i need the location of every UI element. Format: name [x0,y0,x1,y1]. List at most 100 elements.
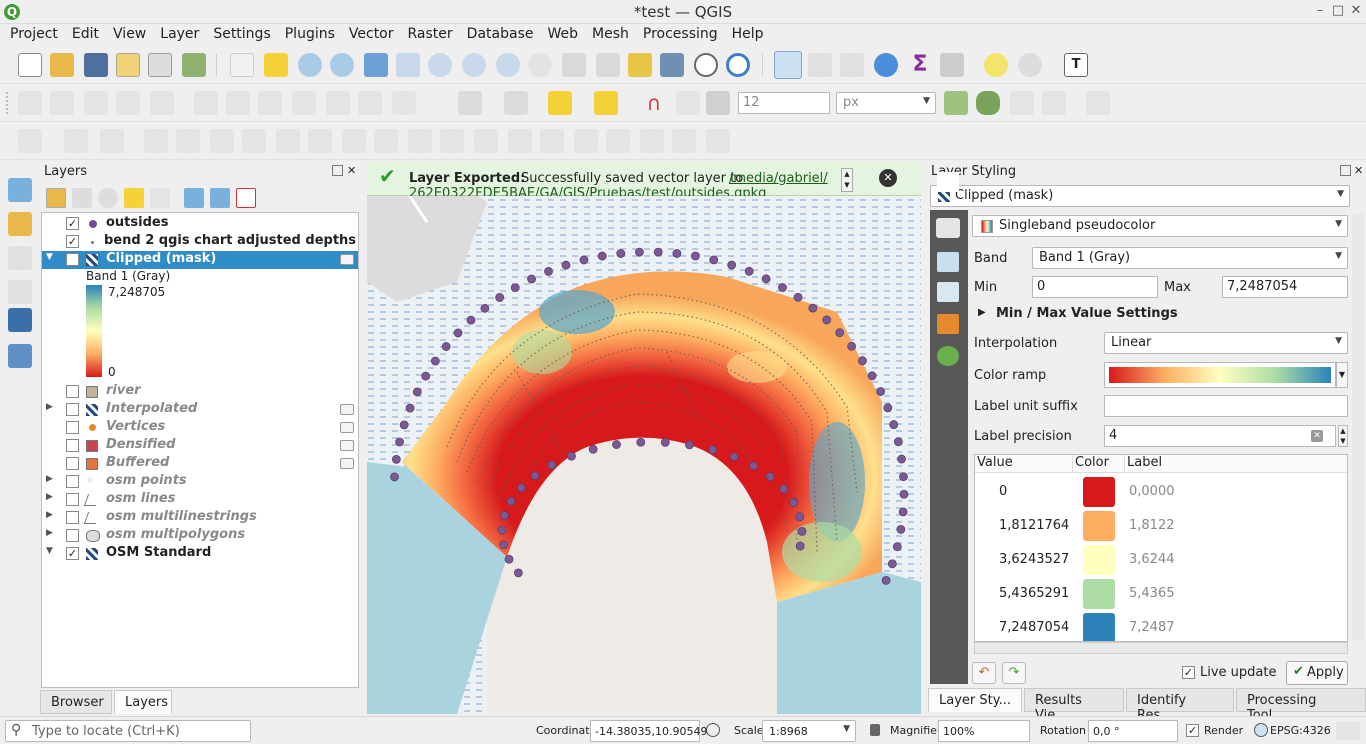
messages-icon[interactable] [1336,722,1360,740]
entry-color-swatch[interactable] [1083,545,1115,575]
styling-layer-select[interactable]: Clipped (mask) ▼ [930,185,1350,207]
new-3d-map-icon[interactable] [596,53,620,77]
zoom-native-icon[interactable] [462,53,486,77]
tab-browser[interactable]: Browser [40,690,112,714]
undo-style-button[interactable]: ↶ [972,662,996,684]
expand-arrow-icon[interactable]: ▼ [46,546,53,556]
zoom-last-icon[interactable] [496,53,520,77]
style-manager-icon[interactable] [182,53,206,77]
split-parts-icon[interactable] [540,129,564,153]
layer-row-bend-depths[interactable]: ✓ bend 2 qgis chart adjusted depths [42,233,358,251]
close-panel-icon[interactable]: ✕ [1354,164,1363,177]
layer-checkbox[interactable] [66,475,79,488]
column-header-label[interactable]: Label [1125,455,1347,473]
add-part-icon[interactable] [242,129,266,153]
layer-checkbox[interactable] [66,457,79,470]
temporal-controller-icon[interactable] [694,53,718,77]
data-source-manager-icon[interactable] [8,178,32,202]
layer-row-densified[interactable]: Densified [42,437,358,455]
render-checkbox[interactable]: ✓ [1186,724,1199,737]
redo-icon[interactable] [392,91,416,115]
layer-checkbox[interactable] [66,403,79,416]
snap-unit-select[interactable]: px ▼ [836,92,936,114]
layer-row-osm-standard[interactable]: ▼ ✓ OSM Standard [42,545,358,563]
new-virtual-layer-icon[interactable] [8,344,32,368]
entry-color-swatch[interactable] [1083,613,1115,641]
apply-button[interactable]: ✔ Apply [1286,661,1348,685]
add-feature-icon[interactable] [116,91,140,115]
entry-color-swatch[interactable] [1083,511,1115,541]
min-input[interactable]: 0 [1032,276,1158,298]
max-input[interactable]: 7,2487054 [1222,276,1348,298]
menu-database[interactable]: Database [467,24,534,42]
map-tips-icon[interactable] [984,53,1008,77]
scale-select[interactable]: 1:8968 ▼ [762,720,856,742]
trim-extend-icon[interactable] [474,129,498,153]
simplify-feature-icon[interactable] [176,129,200,153]
processing-toolbox-icon[interactable] [874,53,898,77]
layer-checkbox[interactable]: ✓ [66,217,79,230]
tracing-icon[interactable] [1086,91,1110,115]
zoom-next-icon[interactable] [528,53,552,77]
layout-manager-icon[interactable] [148,53,172,77]
new-geopackage-icon[interactable] [8,308,32,332]
collapse-all-icon[interactable] [210,188,230,208]
zoom-to-layer-icon[interactable] [428,53,452,77]
minimize-button[interactable]: – [1312,3,1328,18]
layer-checkbox[interactable] [66,385,79,398]
layer-row-interpolated[interactable]: ▶ Interpolated [42,401,358,419]
snap-to-layer-icon[interactable] [676,91,700,115]
layer-checkbox[interactable] [66,511,79,524]
zoom-full-icon[interactable] [364,53,388,77]
menu-mesh[interactable]: Mesh [592,24,629,42]
menu-plugins[interactable]: Plugins [285,24,335,42]
message-link[interactable]: /media/gabriel/ [729,171,828,186]
rotate-feature-icon[interactable] [144,129,168,153]
interpolation-select[interactable]: Linear ▼ [1104,332,1348,354]
menu-settings[interactable]: Settings [213,24,270,42]
layer-row-clipped-mask[interactable]: ▼ ✓ Clipped (mask) [42,251,358,269]
redo-style-button[interactable]: ↷ [1002,662,1026,684]
histogram-icon[interactable] [937,314,959,334]
collapse-arrow-icon[interactable]: ▶ [46,510,53,520]
text-annotation-icon[interactable]: T [1064,53,1088,77]
message-link-cont[interactable]: 262E0322FDE5BAE/GA/GIS/Pruebas/test/outs… [409,186,766,196]
reverse-line-icon[interactable] [440,129,464,153]
filter-legend-icon[interactable] [124,188,144,208]
merge-features-icon[interactable] [574,129,598,153]
menu-vector[interactable]: Vector [349,24,394,42]
identify-features-icon[interactable] [774,51,802,79]
snapping-magnet-icon[interactable]: ∩ [642,91,666,115]
table-row[interactable]: 3,6243527 3,6244 [975,543,1347,577]
menu-view[interactable]: View [113,24,146,42]
menu-project[interactable]: Project [10,24,58,42]
rendering-icon[interactable] [937,346,959,366]
layer-checkbox[interactable]: ✓ [66,235,79,248]
select-feature-tools-icon[interactable] [1018,53,1042,77]
crs-label[interactable]: EPSG:4326 [1270,724,1331,737]
add-delimited-text-icon[interactable] [8,246,32,270]
tab-layer-styling[interactable]: Layer Sty... [928,688,1022,712]
select-features-icon[interactable] [458,91,482,115]
table-row[interactable]: 5,4365291 5,4365 [975,577,1347,611]
menu-web[interactable]: Web [547,24,578,42]
tab-layers[interactable]: Layers [114,690,172,714]
reshape-features-icon[interactable] [374,129,398,153]
magnifier-input[interactable]: 100% [938,720,1030,742]
coordinate-input[interactable]: -14.38035,10.90549 [590,720,707,742]
layer-indicator-icon[interactable] [340,254,354,265]
merge-attributes-icon[interactable] [606,129,630,153]
move-feature-icon[interactable] [100,129,124,153]
locator-search-input[interactable]: ⚲ Type to locate (Ctrl+K) [5,720,251,742]
close-window-button[interactable]: ✕ [1348,3,1364,18]
self-snapping-icon[interactable] [1042,91,1066,115]
add-group-icon[interactable] [72,188,92,208]
float-panel-icon[interactable] [332,165,343,176]
delete-part-icon[interactable] [342,129,366,153]
new-print-layout-icon[interactable] [116,53,140,77]
show-bookmarks-icon[interactable] [660,53,684,77]
zoom-out-icon[interactable] [330,53,354,77]
paste-features-icon[interactable] [326,91,350,115]
layer-checkbox[interactable] [66,529,79,542]
column-header-color[interactable]: Color [1073,455,1125,473]
